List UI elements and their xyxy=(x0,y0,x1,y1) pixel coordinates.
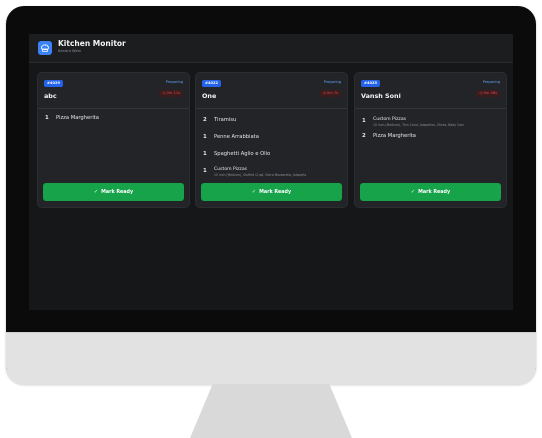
app-title: Kitchen Monitor xyxy=(58,39,126,48)
item-qty: 1 xyxy=(45,115,49,121)
order-card-header: #4025 Preparing Vansh Soni ◷ 0m 38s xyxy=(355,73,506,109)
app-header: Kitchen Monitor Bandra West xyxy=(29,34,513,63)
item-qty: 1 xyxy=(203,168,207,174)
monitor-stand xyxy=(190,384,352,438)
item-name: Penne Arrabbiata xyxy=(214,134,259,140)
order-card: #4025 Preparing Vansh Soni ◷ 0m 38s 1 Cu… xyxy=(354,72,507,208)
item-name: Pizza Margherita xyxy=(373,133,416,139)
item-qty: 2 xyxy=(362,133,366,139)
order-status: Preparing xyxy=(323,80,341,84)
order-status: Preparing xyxy=(165,80,183,84)
order-status: Preparing xyxy=(482,80,500,84)
item-qty: 1 xyxy=(203,151,207,157)
mark-ready-label: Mark Ready xyxy=(418,190,451,195)
check-icon: ✓ xyxy=(410,189,416,195)
order-card: #4029 Preparing abc ◷ 0m 11s 1 Pizza Mar… xyxy=(37,72,190,208)
order-card-header: #4022 Preparing One ◷ 0m 7s xyxy=(196,73,347,109)
app-screen: Kitchen Monitor Bandra West #4029 Prepar… xyxy=(29,34,513,310)
mark-ready-label: Mark Ready xyxy=(101,190,134,195)
order-timer: ◷ 0m 7s xyxy=(319,90,341,97)
mark-ready-label: Mark Ready xyxy=(259,190,292,195)
chef-hat-icon xyxy=(38,41,52,55)
item-name: Tiramisu xyxy=(214,117,237,123)
check-icon: ✓ xyxy=(251,189,257,195)
item-description: 10 inch (Medium), Thin Crust, Jalapeños,… xyxy=(373,123,465,127)
item-qty: 1 xyxy=(362,118,366,124)
customer-name: Vansh Soni xyxy=(361,92,401,100)
item-name: Custom Pizzas xyxy=(373,117,407,122)
item-name: Custom Pizzas xyxy=(214,167,248,172)
customer-name: One xyxy=(202,92,217,100)
item-name: Spaghetti Aglio e Olio xyxy=(214,151,271,157)
order-card: #4022 Preparing One ◷ 0m 7s 2 Tiramisu 1… xyxy=(195,72,348,208)
mark-ready-button[interactable]: ✓ Mark Ready xyxy=(43,183,184,201)
order-timer: ◷ 0m 11s xyxy=(159,90,183,97)
mark-ready-button[interactable]: ✓ Mark Ready xyxy=(201,183,342,201)
order-id-badge: #4025 xyxy=(361,80,381,87)
check-icon: ✓ xyxy=(93,189,99,195)
order-id-badge: #4029 xyxy=(44,80,64,87)
app-subtitle: Bandra West xyxy=(58,49,81,53)
order-id-badge: #4022 xyxy=(202,80,222,87)
timer-value: 0m 38s xyxy=(483,91,497,95)
item-name: Pizza Margherita xyxy=(56,115,99,121)
mark-ready-button[interactable]: ✓ Mark Ready xyxy=(360,183,501,201)
order-timer: ◷ 0m 38s xyxy=(476,90,500,97)
item-qty: 2 xyxy=(203,117,207,123)
monitor-chin xyxy=(6,332,536,385)
order-card-header: #4029 Preparing abc ◷ 0m 11s xyxy=(38,73,189,109)
item-description: 10 inch (Medium), Stuffed Crust, Extra M… xyxy=(214,173,307,177)
timer-value: 0m 11s xyxy=(166,91,180,95)
customer-name: abc xyxy=(44,92,57,100)
item-qty: 1 xyxy=(203,134,207,140)
timer-value: 0m 7s xyxy=(326,91,338,95)
